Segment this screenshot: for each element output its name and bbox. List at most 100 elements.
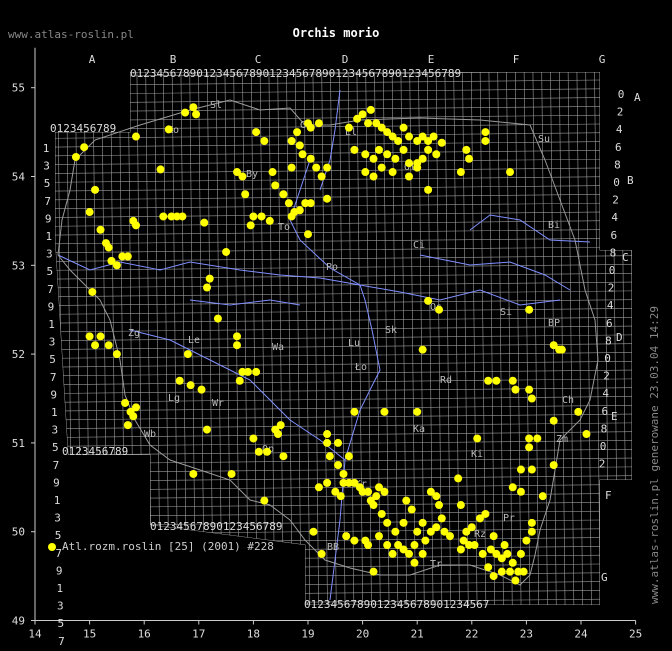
grid-left-digit: 7 [44, 195, 51, 208]
y-tick-label: 53 [12, 259, 25, 272]
grid-line [242, 72, 249, 605]
grid-right-letter: C [622, 251, 629, 264]
grid-line [277, 72, 284, 605]
occurrence-point [527, 527, 536, 536]
occurrence-point [260, 136, 269, 145]
occurrence-point [369, 567, 378, 576]
occurrence-point [243, 367, 252, 376]
occurrence-point [350, 407, 359, 416]
grid-left-digit: 3 [43, 160, 50, 173]
grid-right-digit: 4 [611, 211, 618, 224]
occurrence-point [213, 314, 222, 323]
grid-top-digits: 0123456789012345678901234567890123456789… [130, 67, 461, 80]
grid-right-digit: 8 [614, 158, 621, 171]
grid-right-digit: 4 [607, 299, 614, 312]
grid-left-digit: 5 [47, 265, 54, 278]
grid-left-digit: 9 [53, 476, 60, 489]
occurrence-point [156, 165, 165, 174]
occurrence-point [432, 523, 441, 532]
occurrence-point [470, 541, 479, 550]
grid-right-digit: 0 [609, 264, 616, 277]
grid-right-digit: 8 [605, 334, 612, 347]
occurrence-point [380, 487, 389, 496]
grid-line [55, 589, 632, 597]
occurrence-point [323, 438, 332, 447]
occurrence-point [249, 434, 258, 443]
occurrence-point [252, 367, 261, 376]
grid-top-letter: A [89, 53, 96, 66]
river-line [419, 254, 571, 291]
occurrence-point [527, 465, 536, 474]
grid-left-digit: 1 [48, 318, 55, 331]
occurrence-point [325, 452, 334, 461]
occurrence-point [456, 545, 465, 554]
grid-right-digit: 2 [612, 194, 619, 207]
grid-line [514, 72, 522, 605]
occurrence-point [284, 199, 293, 208]
grid-line [523, 72, 531, 605]
occurrence-point [312, 163, 321, 172]
occurrence-point [424, 296, 433, 305]
x-tick-label: 24 [574, 628, 588, 641]
river-line [289, 159, 381, 601]
grid-line [171, 72, 179, 605]
occurrence-point [186, 381, 195, 390]
region-label: Zm [556, 434, 568, 445]
occurrence-point [399, 123, 408, 132]
occurrence-point [405, 132, 414, 141]
grid-right-digit: 8 [610, 246, 617, 259]
grid-left-digit: 5 [49, 353, 56, 366]
occurrence-point [295, 141, 304, 150]
occurrence-point [265, 216, 274, 225]
occurrence-point [435, 305, 444, 314]
occurrence-point [287, 136, 296, 145]
occurrence-point [334, 438, 343, 447]
occurrence-point [516, 487, 525, 496]
grid-line [268, 72, 276, 605]
occurrence-point [410, 541, 419, 550]
occurrence-point [344, 452, 353, 461]
grid-line [400, 72, 408, 605]
grid-right-digit: 0 [618, 88, 625, 101]
occurrence-point [582, 430, 591, 439]
grid-right-digit: 6 [610, 229, 617, 242]
occurrence-point [377, 509, 386, 518]
occurrence-point [314, 483, 323, 492]
region-label: BB [327, 542, 339, 553]
occurrence-point [481, 128, 490, 137]
grid-line [576, 72, 584, 605]
grid-line [55, 193, 632, 201]
occurrence-point [189, 469, 198, 478]
occurrence-point [306, 154, 315, 163]
occurrence-point [511, 576, 520, 585]
species-title: Orchis morio [292, 26, 380, 40]
occurrence-point [519, 567, 528, 576]
occurrence-point [465, 154, 474, 163]
occurrence-point [112, 261, 121, 270]
grid-line [462, 72, 469, 605]
grid-line [55, 580, 632, 588]
grid-right-letter: A [634, 91, 641, 104]
grid-line [55, 352, 632, 359]
grid-line [55, 360, 632, 368]
distribution-map: SlKoGdElOlSuByToBiCiOsŁoSkPoWaLeZgKaRdLu… [12, 47, 642, 648]
occurrence-point [80, 143, 89, 152]
grid-line [55, 396, 632, 403]
occurrence-point [334, 461, 343, 470]
grid-line [585, 72, 592, 605]
occurrence-point [432, 492, 441, 501]
occurrence-point [88, 287, 97, 296]
grid-line [55, 378, 632, 386]
grid-top-letter: G [599, 53, 606, 66]
x-tick-label: 20 [356, 628, 369, 641]
region-label: Wa [272, 342, 284, 353]
region-label: Zg [128, 328, 140, 339]
grid-line [180, 72, 188, 605]
occurrence-point [323, 430, 332, 439]
grid-line [55, 448, 632, 456]
occurrence-point [260, 496, 269, 505]
occurrence-point [233, 332, 242, 341]
region-label: Pr [503, 513, 515, 524]
grid-left-digit: 1 [54, 494, 61, 507]
occurrence-point [369, 172, 378, 181]
